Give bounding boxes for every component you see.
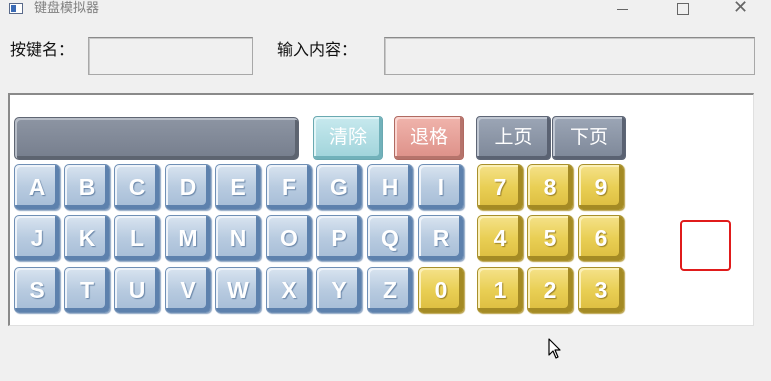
keyboard-display — [14, 117, 299, 160]
key-s[interactable]: S — [14, 267, 60, 313]
input-content-field[interactable] — [384, 37, 755, 75]
minimize-button[interactable] — [600, 0, 646, 20]
key-r[interactable]: R — [418, 215, 464, 261]
key-2[interactable]: 2 — [527, 267, 573, 313]
key-k[interactable]: K — [64, 215, 110, 261]
key-0[interactable]: 0 — [418, 267, 464, 313]
key-d[interactable]: D — [165, 164, 211, 210]
page-up-button[interactable]: 上页 — [476, 116, 551, 160]
key-j[interactable]: J — [14, 215, 60, 261]
key-i[interactable]: I — [418, 164, 464, 210]
key-g[interactable]: G — [316, 164, 362, 210]
clear-button[interactable]: 清除 — [313, 116, 383, 160]
app-icon — [9, 3, 23, 14]
input-content-label: 输入内容： — [277, 40, 358, 59]
minimize-icon — [617, 9, 628, 10]
key-y[interactable]: Y — [316, 267, 362, 313]
highlight-box — [680, 220, 731, 271]
key-h[interactable]: H — [367, 164, 413, 210]
mouse-cursor-icon — [548, 338, 561, 359]
key-w[interactable]: W — [215, 267, 261, 313]
maximize-button[interactable] — [660, 0, 706, 20]
key-1[interactable]: 1 — [477, 267, 523, 313]
close-button[interactable]: ✕ — [718, 0, 764, 20]
key-q[interactable]: Q — [367, 215, 413, 261]
key-3[interactable]: 3 — [578, 267, 624, 313]
key-6[interactable]: 6 — [578, 215, 624, 261]
page-down-button[interactable]: 下页 — [552, 116, 626, 160]
key-x[interactable]: X — [266, 267, 312, 313]
key-9[interactable]: 9 — [578, 164, 624, 210]
key-u[interactable]: U — [114, 267, 160, 313]
close-icon: ✕ — [733, 0, 749, 18]
maximize-icon — [677, 3, 689, 15]
key-z[interactable]: Z — [367, 267, 413, 313]
title-bar: 键盘模拟器 ✕ — [0, 0, 771, 20]
key-o[interactable]: O — [266, 215, 312, 261]
key-a[interactable]: A — [14, 164, 60, 210]
key-t[interactable]: T — [64, 267, 110, 313]
key-name-field[interactable] — [88, 37, 253, 75]
key-b[interactable]: B — [64, 164, 110, 210]
key-l[interactable]: L — [114, 215, 160, 261]
key-f[interactable]: F — [266, 164, 312, 210]
key-7[interactable]: 7 — [477, 164, 523, 210]
key-m[interactable]: M — [165, 215, 211, 261]
key-name-label: 按键名： — [10, 40, 75, 59]
key-8[interactable]: 8 — [527, 164, 573, 210]
key-e[interactable]: E — [215, 164, 261, 210]
backspace-button[interactable]: 退格 — [394, 116, 464, 160]
key-4[interactable]: 4 — [477, 215, 523, 261]
key-n[interactable]: N — [215, 215, 261, 261]
window-title: 键盘模拟器 — [34, 1, 100, 16]
key-v[interactable]: V — [165, 267, 211, 313]
key-p[interactable]: P — [316, 215, 362, 261]
key-5[interactable]: 5 — [527, 215, 573, 261]
key-c[interactable]: C — [114, 164, 160, 210]
